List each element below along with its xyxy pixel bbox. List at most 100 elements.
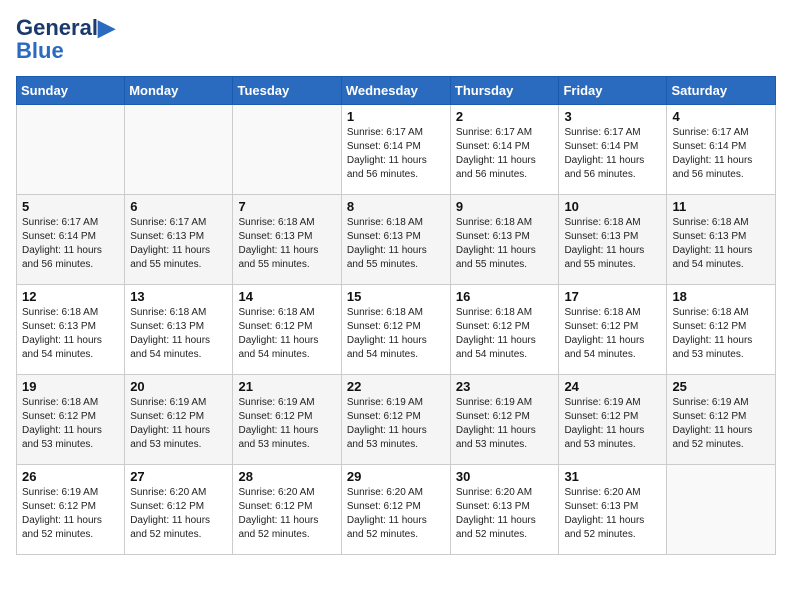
day-info: Sunrise: 6:18 AMSunset: 6:12 PMDaylight:…: [347, 306, 445, 362]
calendar-day-cell: 22 Sunrise: 6:19 AMSunset: 6:12 PMDayligh…: [341, 375, 450, 465]
calendar-day-cell: 7 Sunrise: 6:18 AMSunset: 6:13 PMDaylight…: [233, 195, 341, 285]
calendar-day-cell: 24Sunrise: 6:19 AMSunset: 6:12 PMDayligh…: [559, 375, 667, 465]
day-info: Sunrise: 6:18 AMSunset: 6:12 PMDaylight:…: [238, 306, 335, 362]
day-info: Sunrise: 6:17 AMSunset: 6:14 PMDaylight:…: [347, 126, 445, 182]
calendar-day-cell: [17, 105, 125, 195]
day-info: Sunrise: 6:18 AMSunset: 6:13 PMDaylight:…: [672, 216, 770, 272]
calendar-day-cell: 29 Sunrise: 6:20 AMSunset: 6:12 PMDayligh…: [341, 465, 450, 555]
calendar-day-cell: 2 Sunrise: 6:17 AMSunset: 6:14 PMDaylight…: [450, 105, 559, 195]
day-info: Sunrise: 6:19 AMSunset: 6:12 PMDaylight:…: [672, 396, 770, 452]
day-number: 28: [238, 469, 335, 484]
calendar-day-cell: 28 Sunrise: 6:20 AMSunset: 6:12 PMDayligh…: [233, 465, 341, 555]
day-number: 31: [564, 469, 661, 484]
calendar-day-cell: 1 Sunrise: 6:17 AMSunset: 6:14 PMDaylight…: [341, 105, 450, 195]
calendar-day-cell: 15 Sunrise: 6:18 AMSunset: 6:12 PMDayligh…: [341, 285, 450, 375]
calendar-day-cell: 6 Sunrise: 6:17 AMSunset: 6:13 PMDaylight…: [125, 195, 233, 285]
day-number: 20: [130, 379, 227, 394]
day-info: Sunrise: 6:18 AMSunset: 6:13 PMDaylight:…: [238, 216, 335, 272]
day-info: Sunrise: 6:17 AMSunset: 6:13 PMDaylight:…: [130, 216, 227, 272]
day-number: 21: [238, 379, 335, 394]
calendar-day-cell: [233, 105, 341, 195]
day-number: 1: [347, 109, 445, 124]
day-info: Sunrise: 6:20 AMSunset: 6:12 PMDaylight:…: [347, 486, 445, 542]
calendar-day-cell: 8 Sunrise: 6:18 AMSunset: 6:13 PMDaylight…: [341, 195, 450, 285]
weekday-header-cell: Monday: [125, 77, 233, 105]
day-number: 6: [130, 199, 227, 214]
day-number: 9: [456, 199, 554, 214]
day-number: 26: [22, 469, 119, 484]
calendar-day-cell: 10Sunrise: 6:18 AMSunset: 6:13 PMDayligh…: [559, 195, 667, 285]
day-info: Sunrise: 6:18 AMSunset: 6:12 PMDaylight:…: [456, 306, 554, 362]
day-info: Sunrise: 6:19 AMSunset: 6:12 PMDaylight:…: [130, 396, 227, 452]
calendar-week-row: 26 Sunrise: 6:19 AMSunset: 6:12 PMDayligh…: [17, 465, 776, 555]
calendar-day-cell: 17 Sunrise: 6:18 AMSunset: 6:12 PMDayligh…: [559, 285, 667, 375]
day-info: Sunrise: 6:18 AMSunset: 6:12 PMDaylight:…: [672, 306, 770, 362]
calendar-day-cell: 3Sunrise: 6:17 AMSunset: 6:14 PMDaylight…: [559, 105, 667, 195]
day-number: 12: [22, 289, 119, 304]
calendar-day-cell: [125, 105, 233, 195]
day-number: 5: [22, 199, 119, 214]
day-number: 27: [130, 469, 227, 484]
weekday-header-cell: Tuesday: [233, 77, 341, 105]
day-number: 4: [672, 109, 770, 124]
day-info: Sunrise: 6:20 AMSunset: 6:13 PMDaylight:…: [456, 486, 554, 542]
calendar-day-cell: 12 Sunrise: 6:18 AMSunset: 6:13 PMDayligh…: [17, 285, 125, 375]
day-number: 24: [564, 379, 661, 394]
day-info: Sunrise: 6:17 AMSunset: 6:14 PMDaylight:…: [456, 126, 554, 182]
day-number: 10: [564, 199, 661, 214]
day-number: 16: [456, 289, 554, 304]
logo: General▶ Blue: [16, 16, 115, 64]
calendar-day-cell: 13 Sunrise: 6:18 AMSunset: 6:13 PMDayligh…: [125, 285, 233, 375]
calendar-day-cell: 25 Sunrise: 6:19 AMSunset: 6:12 PMDayligh…: [667, 375, 776, 465]
day-number: 17: [564, 289, 661, 304]
day-info: Sunrise: 6:19 AMSunset: 6:12 PMDaylight:…: [456, 396, 554, 452]
day-number: 23: [456, 379, 554, 394]
logo-blue: Blue: [16, 38, 64, 64]
day-info: Sunrise: 6:20 AMSunset: 6:13 PMDaylight:…: [564, 486, 661, 542]
calendar-week-row: 1 Sunrise: 6:17 AMSunset: 6:14 PMDaylight…: [17, 105, 776, 195]
day-info: Sunrise: 6:18 AMSunset: 6:13 PMDaylight:…: [130, 306, 227, 362]
calendar-day-cell: 18 Sunrise: 6:18 AMSunset: 6:12 PMDayligh…: [667, 285, 776, 375]
day-info: Sunrise: 6:20 AMSunset: 6:12 PMDaylight:…: [238, 486, 335, 542]
calendar-day-cell: 9Sunrise: 6:18 AMSunset: 6:13 PMDaylight…: [450, 195, 559, 285]
day-info: Sunrise: 6:19 AMSunset: 6:12 PMDaylight:…: [22, 486, 119, 542]
calendar-day-cell: 31 Sunrise: 6:20 AMSunset: 6:13 PMDayligh…: [559, 465, 667, 555]
weekday-header-cell: Wednesday: [341, 77, 450, 105]
weekday-header-cell: Thursday: [450, 77, 559, 105]
day-info: Sunrise: 6:19 AMSunset: 6:12 PMDaylight:…: [347, 396, 445, 452]
day-number: 14: [238, 289, 335, 304]
day-number: 22: [347, 379, 445, 394]
weekday-header-cell: Friday: [559, 77, 667, 105]
calendar-table: SundayMondayTuesdayWednesdayThursdayFrid…: [16, 76, 776, 555]
weekday-header-row: SundayMondayTuesdayWednesdayThursdayFrid…: [17, 77, 776, 105]
day-info: Sunrise: 6:18 AMSunset: 6:12 PMDaylight:…: [564, 306, 661, 362]
day-info: Sunrise: 6:18 AMSunset: 6:13 PMDaylight:…: [347, 216, 445, 272]
page-header: General▶ Blue: [16, 16, 776, 64]
calendar-day-cell: 21Sunrise: 6:19 AMSunset: 6:12 PMDayligh…: [233, 375, 341, 465]
weekday-header-cell: Saturday: [667, 77, 776, 105]
day-number: 2: [456, 109, 554, 124]
day-info: Sunrise: 6:17 AMSunset: 6:14 PMDaylight:…: [672, 126, 770, 182]
day-info: Sunrise: 6:17 AMSunset: 6:14 PMDaylight:…: [22, 216, 119, 272]
day-number: 7: [238, 199, 335, 214]
calendar-week-row: 19Sunrise: 6:18 AMSunset: 6:12 PMDayligh…: [17, 375, 776, 465]
calendar-week-row: 12 Sunrise: 6:18 AMSunset: 6:13 PMDayligh…: [17, 285, 776, 375]
calendar-day-cell: 16 Sunrise: 6:18 AMSunset: 6:12 PMDayligh…: [450, 285, 559, 375]
day-number: 29: [347, 469, 445, 484]
calendar-body: 1 Sunrise: 6:17 AMSunset: 6:14 PMDaylight…: [17, 105, 776, 555]
day-number: 18: [672, 289, 770, 304]
day-number: 15: [347, 289, 445, 304]
calendar-day-cell: 19Sunrise: 6:18 AMSunset: 6:12 PMDayligh…: [17, 375, 125, 465]
calendar-week-row: 5 Sunrise: 6:17 AMSunset: 6:14 PMDaylight…: [17, 195, 776, 285]
day-number: 11: [672, 199, 770, 214]
day-number: 13: [130, 289, 227, 304]
day-info: Sunrise: 6:18 AMSunset: 6:12 PMDaylight:…: [22, 396, 119, 452]
day-number: 25: [672, 379, 770, 394]
day-info: Sunrise: 6:18 AMSunset: 6:13 PMDaylight:…: [22, 306, 119, 362]
calendar-day-cell: 4 Sunrise: 6:17 AMSunset: 6:14 PMDaylight…: [667, 105, 776, 195]
weekday-header-cell: Sunday: [17, 77, 125, 105]
calendar-day-cell: 11 Sunrise: 6:18 AMSunset: 6:13 PMDayligh…: [667, 195, 776, 285]
day-number: 8: [347, 199, 445, 214]
calendar-day-cell: 5 Sunrise: 6:17 AMSunset: 6:14 PMDaylight…: [17, 195, 125, 285]
calendar-day-cell: 26 Sunrise: 6:19 AMSunset: 6:12 PMDayligh…: [17, 465, 125, 555]
